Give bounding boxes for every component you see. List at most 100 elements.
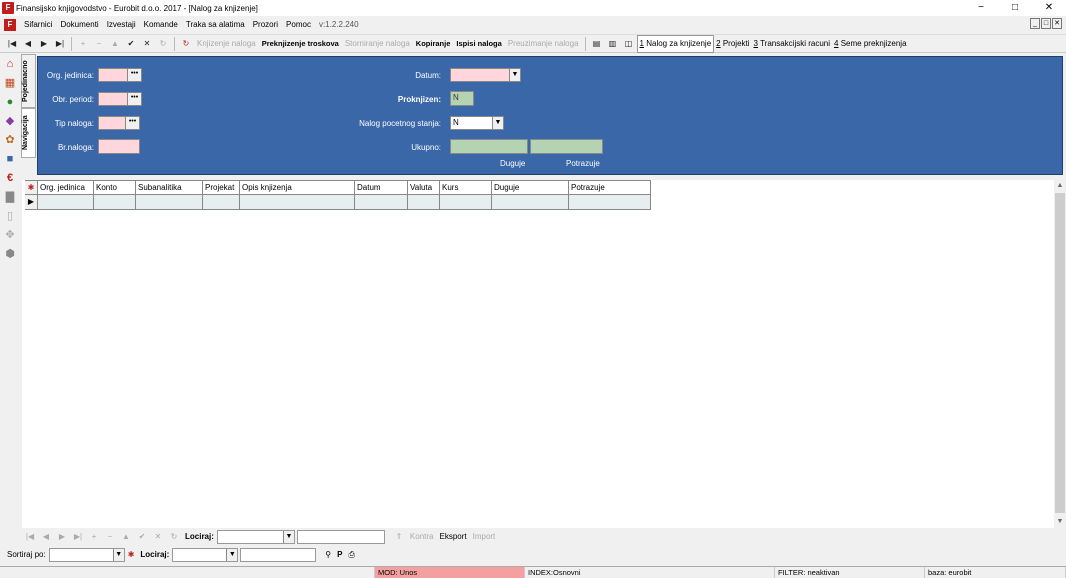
nav-next-icon[interactable]: ▶ [54, 532, 70, 541]
nav-cancel-icon[interactable]: ✕ [150, 532, 166, 541]
next-record-icon[interactable]: ▶ [36, 36, 52, 52]
sort-lociraj-select[interactable]: ▼ [172, 548, 239, 562]
cascade-windows-icon[interactable]: ▤ [589, 36, 605, 52]
grid-cell[interactable] [355, 195, 408, 210]
tip-naloga-lookup-button[interactable]: ••• [125, 117, 139, 129]
sort-lociraj-dropdown-button[interactable]: ▼ [226, 549, 238, 561]
mdi-restore-button[interactable]: □ [1041, 18, 1051, 29]
doc-icon[interactable]: F [4, 18, 16, 31]
column-header[interactable]: Kurs [440, 180, 492, 195]
nav-edit-icon[interactable]: ▲ [118, 532, 134, 541]
nav-delete-icon[interactable]: − [102, 532, 118, 541]
preuzimanje-naloga-button[interactable]: Preuzimanje naloga [505, 36, 582, 52]
menu-prozori[interactable]: Prozori [249, 16, 282, 33]
grid-cell[interactable] [94, 195, 136, 210]
transfer-icon[interactable]: ✥ [2, 227, 18, 244]
database-icon[interactable]: ■ [2, 151, 18, 168]
nav-post-icon[interactable]: ✔ [134, 532, 150, 541]
scroll-thumb[interactable] [1055, 193, 1065, 513]
column-header[interactable]: Projekat [203, 180, 240, 195]
column-header[interactable]: Datum [355, 180, 408, 195]
tip-naloga-field[interactable]: ••• [98, 116, 140, 130]
gear-icon[interactable]: ⬢ [2, 246, 18, 263]
shapes-icon[interactable]: ● [2, 94, 18, 111]
menu-sifarnici[interactable]: Sifarnici [20, 16, 56, 33]
ispisi-naloga-button[interactable]: Ispisi naloga [453, 36, 504, 52]
scroll-down-icon[interactable]: ▼ [1054, 516, 1066, 528]
menu-izvestaji[interactable]: Izvestaji [103, 16, 140, 33]
prev-record-icon[interactable]: ◀ [20, 36, 36, 52]
obr-period-field[interactable]: ••• [98, 92, 142, 106]
column-header[interactable]: Org. jedinica [38, 180, 94, 195]
nalog-pocetnog-stanja-select[interactable]: N ▼ [450, 116, 504, 130]
menu-dokumenti[interactable]: Dokumenti [56, 16, 102, 33]
edit-icon[interactable]: ▲ [107, 36, 123, 52]
grid-cell[interactable] [440, 195, 492, 210]
nav-refresh-icon[interactable]: ↻ [166, 532, 182, 541]
grid-cell[interactable] [492, 195, 569, 210]
data-grid[interactable]: ✱ Org. jedinica Konto Subanalitika Proje… [25, 180, 651, 210]
eksport-button[interactable]: Eksport [436, 529, 469, 545]
column-header[interactable]: Konto [94, 180, 136, 195]
column-header[interactable]: Duguje [492, 180, 569, 195]
folder-icon[interactable]: ▇ [2, 189, 18, 206]
tab-nalog-za-knjizenje[interactable]: 1 Nalog za knjizenje [636, 34, 715, 53]
p-button[interactable]: P [334, 547, 345, 563]
br-naloga-field[interactable] [98, 139, 140, 154]
preknjizenje-troskova-button[interactable]: Preknjizenje troskova [259, 36, 342, 52]
import-button[interactable]: Import [470, 529, 499, 545]
obr-period-lookup-button[interactable]: ••• [127, 93, 141, 105]
print-icon[interactable]: ⎙ [346, 547, 358, 563]
kontra-icon[interactable]: ⇑ [391, 532, 407, 541]
gifts-icon[interactable]: ◆ [2, 113, 18, 130]
maximize-button[interactable]: □ [998, 0, 1032, 16]
storniranje-naloga-button[interactable]: Storniranje naloga [342, 36, 413, 52]
calendar-icon[interactable]: ▦ [2, 75, 18, 92]
scroll-up-icon[interactable]: ▲ [1054, 180, 1066, 192]
sort-lociraj-input[interactable] [240, 548, 317, 562]
org-jedinica-lookup-button[interactable]: ••• [127, 69, 141, 81]
grid-cell[interactable] [38, 195, 94, 210]
home-icon[interactable]: ⌂ [2, 56, 18, 73]
close-button[interactable]: ✕ [1032, 0, 1066, 16]
delete-icon[interactable]: − [91, 36, 107, 52]
first-record-icon[interactable]: |◀ [4, 36, 20, 52]
sortiraj-select[interactable]: ▼ [48, 548, 125, 562]
mdi-minimize-button[interactable]: _ [1030, 18, 1040, 29]
vertical-scrollbar[interactable]: ▲ ▼ [1054, 180, 1066, 528]
nav-prev-icon[interactable]: ◀ [38, 532, 54, 541]
kopiranje-button[interactable]: Kopiranje [413, 36, 454, 52]
menu-pomoc[interactable]: Pomoc [282, 16, 315, 33]
nav-last-icon[interactable]: ▶| [70, 532, 86, 541]
insert-icon[interactable]: + [75, 36, 91, 52]
tab-projekti[interactable]: 2 Projekti [714, 36, 751, 52]
nav-lociraj-input[interactable] [296, 529, 385, 544]
nalog-pocetnog-dropdown-button[interactable]: ▼ [492, 117, 503, 129]
tab-pojedinacno[interactable]: Pojedinacno [21, 54, 36, 108]
nav-lociraj-dropdown-button[interactable]: ▼ [282, 530, 294, 543]
grid-cell[interactable] [408, 195, 440, 210]
knjizenje-naloga-button[interactable]: Knjizenje naloga [194, 36, 259, 52]
grid-cell[interactable] [240, 195, 355, 210]
nav-lociraj-select[interactable]: ▼ [216, 529, 295, 544]
minimize-button[interactable]: − [964, 0, 998, 16]
cancel-x-icon[interactable]: ✕ [139, 36, 155, 52]
column-header[interactable]: Potrazuje [569, 180, 651, 195]
grid-cell[interactable] [136, 195, 203, 210]
menu-traka-sa-alatima[interactable]: Traka sa alatima [182, 16, 249, 33]
split-windows-icon[interactable]: ◫ [621, 36, 637, 52]
tab-transakcijski-racuni[interactable]: 3 Transakcijski racuni [752, 36, 832, 52]
table-row[interactable]: ▶ [25, 195, 651, 210]
column-header[interactable]: Opis knjizenja [240, 180, 355, 195]
tab-seme-preknjizenja[interactable]: 4 Seme preknjizenja [832, 36, 909, 52]
bug-icon[interactable]: ✱ [25, 180, 38, 195]
nav-first-icon[interactable]: |◀ [22, 532, 38, 541]
org-jedinica-field[interactable]: ••• [98, 68, 142, 82]
sortiraj-dropdown-button[interactable]: ▼ [112, 549, 124, 561]
binoculars-icon[interactable]: ⚲ [322, 547, 334, 563]
gift-box-icon[interactable]: ✿ [2, 132, 18, 149]
nav-insert-icon[interactable]: + [86, 532, 102, 541]
tab-navigacija[interactable]: Navigacija [21, 108, 36, 158]
datum-dropdown-button[interactable]: ▼ [509, 69, 520, 81]
mdi-close-button[interactable]: ✕ [1052, 18, 1062, 29]
